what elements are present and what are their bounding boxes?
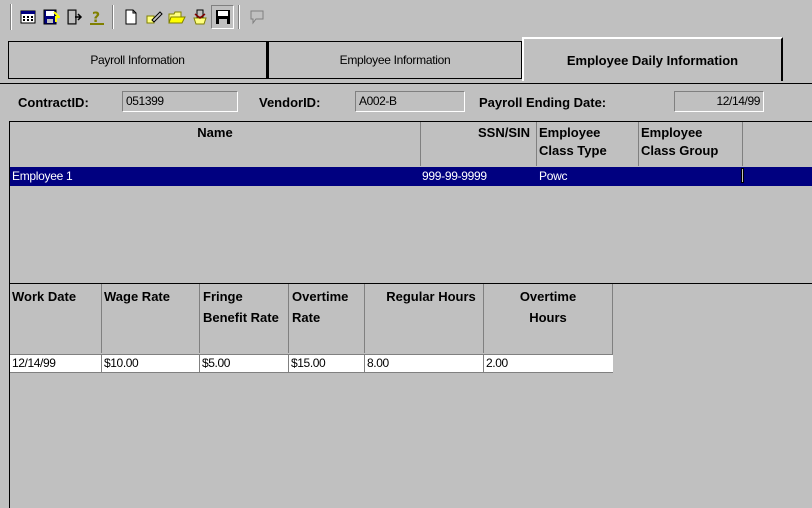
comment-bubble-icon[interactable] <box>245 5 268 29</box>
exit-door-icon[interactable] <box>62 5 85 29</box>
new-document-icon[interactable] <box>119 5 142 29</box>
overtime-hours-cell[interactable]: 2.00 <box>484 355 612 372</box>
tab-payroll-information[interactable]: Payroll Information <box>8 41 268 79</box>
column-header-regular-hours[interactable]: Regular Hours <box>386 286 476 307</box>
column-header-work-date[interactable]: Work Date <box>12 286 100 307</box>
help-icon[interactable]: ? <box>85 5 108 29</box>
tab-label: Employee Information <box>339 53 451 67</box>
save-disk-icon[interactable] <box>39 5 62 29</box>
edit-icon[interactable] <box>142 5 165 29</box>
wage-rate-cell[interactable]: $10.00 <box>102 355 200 372</box>
payroll-ending-date-label: Payroll Ending Date: <box>479 95 607 110</box>
vendor-id-field[interactable]: A002-B <box>355 91 465 112</box>
work-date-cell[interactable]: 12/14/99 <box>10 355 102 372</box>
column-header-overtime-rate[interactable]: Overtime Rate <box>292 286 362 328</box>
column-header-name[interactable]: Name <box>10 122 420 166</box>
fringe-benefit-rate-cell[interactable]: $5.00 <box>200 355 289 372</box>
floppy-disk-icon[interactable] <box>211 5 234 29</box>
toolbar-separator <box>238 5 240 29</box>
column-divider <box>742 122 743 166</box>
import-icon[interactable] <box>188 5 211 29</box>
daily-grid: Work Date Wage Rate Fringe Benefit Rate … <box>9 284 812 508</box>
class-type-cell: Powc <box>539 169 568 183</box>
employee-grid: Name SSN/SIN Employee Class Type Employe… <box>9 121 812 283</box>
employee-name-cell: Employee 1 <box>12 169 73 183</box>
column-header-class-type[interactable]: Employee Class Type <box>537 122 637 166</box>
toolbar-grip <box>10 4 11 30</box>
row-selection-marker <box>741 168 744 183</box>
column-divider <box>199 284 200 353</box>
open-folder-icon[interactable] <box>165 5 188 29</box>
column-divider <box>483 284 484 353</box>
column-header-fringe-benefit-rate[interactable]: Fringe Benefit Rate <box>203 286 283 328</box>
tab-baseline <box>0 83 812 84</box>
column-divider <box>288 284 289 353</box>
payroll-ending-date-field[interactable]: 12/14/99 <box>674 91 764 112</box>
column-divider <box>101 284 102 353</box>
column-header-overtime-hours[interactable]: Overtime Hours <box>503 286 593 328</box>
toolbar: ? <box>0 0 812 33</box>
vendor-id-label: VendorID: <box>259 95 321 110</box>
tab-label: Payroll Information <box>90 53 185 67</box>
regular-hours-cell[interactable]: 8.00 <box>365 355 484 372</box>
calculator-icon[interactable] <box>16 5 39 29</box>
tab-label: Employee Daily Information <box>566 52 739 68</box>
contract-id-field[interactable]: 051399 <box>122 91 238 112</box>
contract-id-label: ContractID: <box>18 95 89 110</box>
table-row[interactable]: Employee 1 999-99-9999 Powc <box>10 167 812 186</box>
column-header-wage-rate[interactable]: Wage Rate <box>104 286 198 307</box>
ssn-cell: 999-99-9999 <box>422 169 487 183</box>
overtime-rate-cell[interactable]: $15.00 <box>289 355 365 372</box>
tab-strip: Payroll Information Employee Information… <box>0 35 812 84</box>
tab-employee-information[interactable]: Employee Information <box>268 41 523 79</box>
column-header-class-group[interactable]: Employee Class Group <box>639 122 741 166</box>
table-row[interactable]: 12/14/99 $10.00 $5.00 $15.00 8.00 2.00 <box>10 354 613 373</box>
toolbar-separator <box>112 5 114 29</box>
column-divider <box>364 284 365 353</box>
tab-employee-daily-information[interactable]: Employee Daily Information <box>522 37 783 81</box>
column-header-ssn[interactable]: SSN/SIN <box>421 122 536 166</box>
